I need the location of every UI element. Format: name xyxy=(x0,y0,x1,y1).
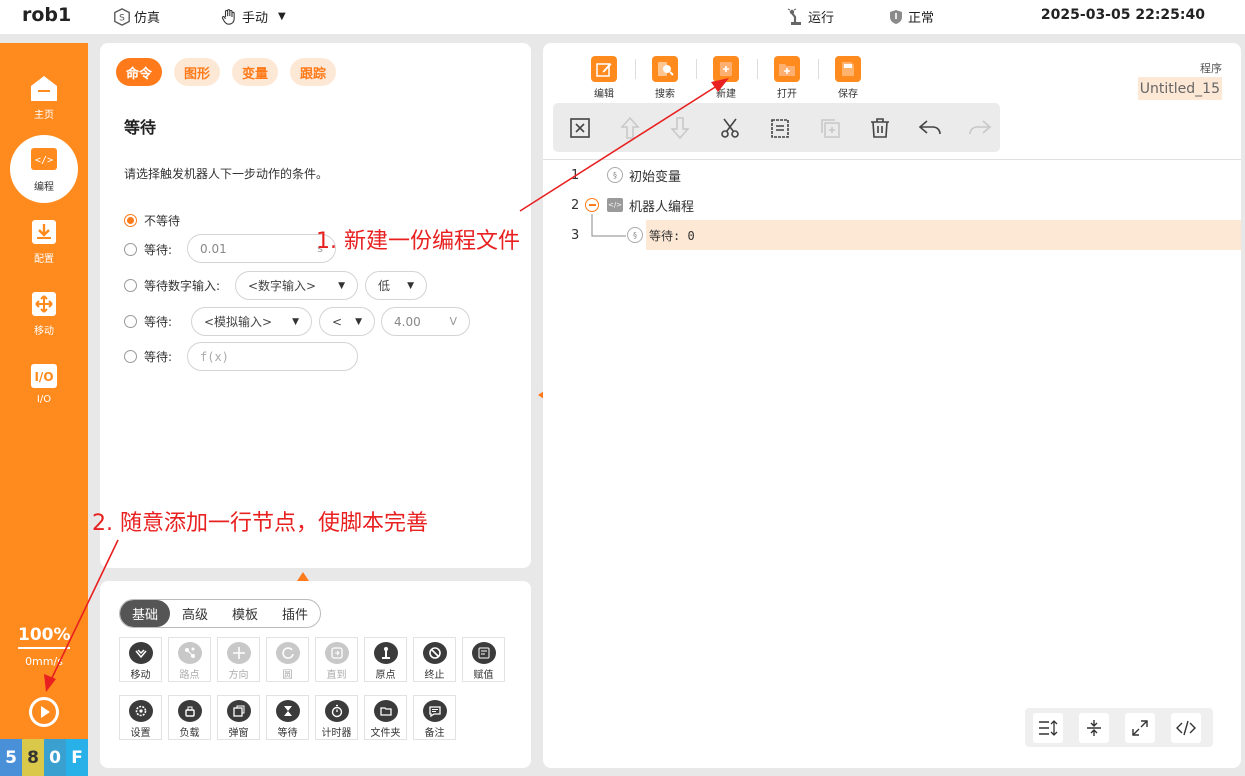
annotation-step2: 2. 随意添加一行节点，使脚本完善 xyxy=(92,511,428,536)
annotation-step1: 1. 新建一份编程文件 xyxy=(316,229,520,254)
annotation-arrows xyxy=(44,78,729,692)
